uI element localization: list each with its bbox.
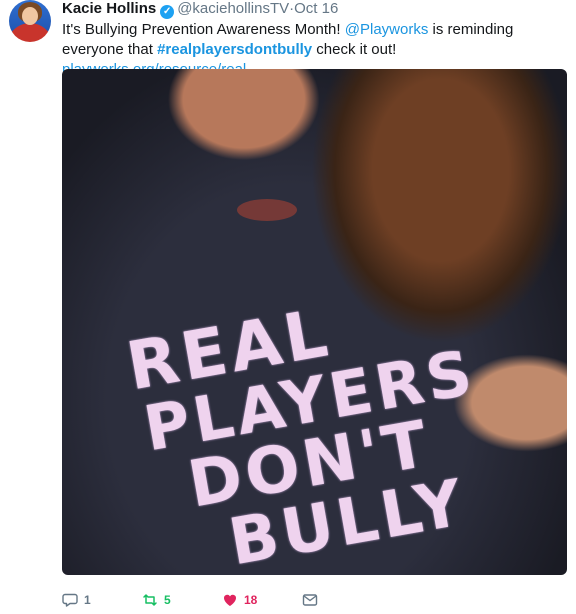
text-part: check it out! [312,41,397,58]
retweet-count: 5 [164,593,171,607]
verified-badge-icon: ✓ [160,5,175,19]
mention-link[interactable]: @Playworks [345,21,429,38]
comment-bubble-icon [62,593,78,607]
retweet-arrows-icon [143,594,157,606]
avatar-face [22,7,38,25]
tweet-actions: 1 5 18 [62,590,318,610]
shirt-print: REAL PLAYERS DON'T BULLY [121,276,502,575]
retweet-button[interactable]: 5 [142,592,222,608]
like-count: 18 [244,593,258,607]
hashtag-link[interactable]: #realplayersdontbully [157,41,312,58]
author-name[interactable]: Kacie Hollins [62,0,156,17]
text-part: It's Bullying Prevention Awareness Month… [62,21,345,38]
heart-icon [223,594,237,606]
reply-count: 1 [84,593,91,607]
reply-button[interactable]: 1 [62,592,142,608]
photo-lips [237,199,297,221]
tweet-card[interactable]: Kacie Hollins ✓ @kaciehollinsTV·Oct 16 It'… [0,0,576,614]
like-button[interactable]: 18 [222,592,302,608]
author-handle[interactable]: @kaciehollinsTV [177,0,289,17]
avatar[interactable] [9,0,51,42]
envelope-icon [302,594,318,606]
tweet-header: Kacie Hollins ✓ @kaciehollinsTV·Oct 16 [62,0,338,19]
direct-message-button[interactable] [302,592,318,608]
timestamp[interactable]: Oct 16 [294,0,338,17]
tweet-photo[interactable]: REAL PLAYERS DON'T BULLY [62,69,567,575]
